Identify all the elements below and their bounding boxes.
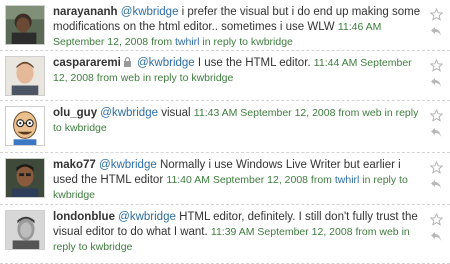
from-label: from web xyxy=(93,72,140,84)
mention-link[interactable]: @kwbridge xyxy=(100,107,158,119)
tweet-item: olu_guy @kwbridge visual 11:43 AM Septem… xyxy=(0,101,450,153)
user-avatar[interactable] xyxy=(5,210,45,250)
tweet-item: londonblue @kwbridge HTML editor, defini… xyxy=(0,205,450,264)
timestamp-link[interactable]: 11:39 AM September 12, 2008 xyxy=(211,226,353,238)
tweet-actions xyxy=(430,109,444,138)
source-link[interactable]: twhirl xyxy=(175,36,200,48)
user-avatar[interactable] xyxy=(5,5,45,45)
from-label: from xyxy=(308,174,335,186)
username-link[interactable]: mako77 xyxy=(53,159,96,171)
reply-to-link[interactable]: kwbridge xyxy=(53,189,95,201)
tweet-content: narayananh @kwbridge i prefer the visual… xyxy=(53,5,423,50)
reply-to-link[interactable]: kwbridge xyxy=(90,241,132,253)
reply-arrow-icon[interactable] xyxy=(430,127,442,138)
avatar-photo-icon xyxy=(6,6,44,44)
lock-icon xyxy=(123,57,131,67)
avatar-cartoon-icon xyxy=(6,107,44,145)
from-label: from web xyxy=(352,226,399,238)
star-icon[interactable] xyxy=(430,8,443,21)
timestamp-link[interactable]: 11:43 AM September 12, 2008 xyxy=(194,107,336,119)
tweet-item: caspararemi @kwbridge I use the HTML edi… xyxy=(0,51,450,101)
timestamp-link[interactable]: 11:40 AM September 12, 2008 xyxy=(166,174,308,186)
mention-link[interactable]: @kwbridge xyxy=(99,159,157,171)
username-link[interactable]: londonblue xyxy=(53,211,115,223)
from-label: from xyxy=(148,36,175,48)
user-avatar[interactable] xyxy=(5,106,45,146)
tweet-item: narayananh @kwbridge i prefer the visual… xyxy=(0,0,450,51)
tweet-text: visual xyxy=(158,107,194,119)
avatar-photo-icon xyxy=(6,159,44,197)
reply-arrow-icon[interactable] xyxy=(430,231,442,242)
mention-link[interactable]: @kwbridge xyxy=(121,6,179,18)
mention-link[interactable]: @kwbridge xyxy=(118,211,176,223)
tweet-actions xyxy=(430,59,444,88)
avatar-photo-icon xyxy=(6,57,44,95)
avatar-photo-icon xyxy=(6,211,44,249)
user-avatar[interactable] xyxy=(5,158,45,198)
tweet-text: I use the HTML editor. xyxy=(194,57,314,69)
tweet-content: caspararemi @kwbridge I use the HTML edi… xyxy=(53,56,423,86)
tweet-content: mako77 @kwbridge Normally i use Windows … xyxy=(53,158,423,203)
tweet-item: mako77 @kwbridge Normally i use Windows … xyxy=(0,153,450,205)
tweet-content: olu_guy @kwbridge visual 11:43 AM Septem… xyxy=(53,106,423,136)
username-link[interactable]: olu_guy xyxy=(53,107,97,119)
tweet-actions xyxy=(430,161,444,190)
reply-to-link[interactable]: kwbridge xyxy=(251,36,293,48)
tweet-actions xyxy=(430,213,444,242)
reply-arrow-icon[interactable] xyxy=(430,26,442,37)
user-avatar[interactable] xyxy=(5,56,45,96)
mention-link[interactable]: @kwbridge xyxy=(137,57,195,69)
username-link[interactable]: caspararemi xyxy=(53,57,121,69)
star-icon[interactable] xyxy=(430,213,443,226)
reply-prefix: in reply to xyxy=(139,72,192,84)
tweet-content: londonblue @kwbridge HTML editor, defini… xyxy=(53,210,423,255)
star-icon[interactable] xyxy=(430,109,443,122)
source-link[interactable]: twhirl xyxy=(335,174,360,186)
reply-prefix: in reply to xyxy=(359,174,408,186)
from-label: from web xyxy=(335,107,382,119)
timeline: narayananh @kwbridge i prefer the visual… xyxy=(0,0,450,264)
username-link[interactable]: narayananh xyxy=(53,6,118,18)
reply-arrow-icon[interactable] xyxy=(430,77,442,88)
star-icon[interactable] xyxy=(430,59,443,72)
star-icon[interactable] xyxy=(430,161,443,174)
reply-prefix: in reply to xyxy=(199,36,251,48)
reply-to-link[interactable]: kwbridge xyxy=(65,122,107,134)
tweet-actions xyxy=(430,8,444,37)
reply-arrow-icon[interactable] xyxy=(430,179,442,190)
reply-to-link[interactable]: kwbridge xyxy=(191,72,233,84)
